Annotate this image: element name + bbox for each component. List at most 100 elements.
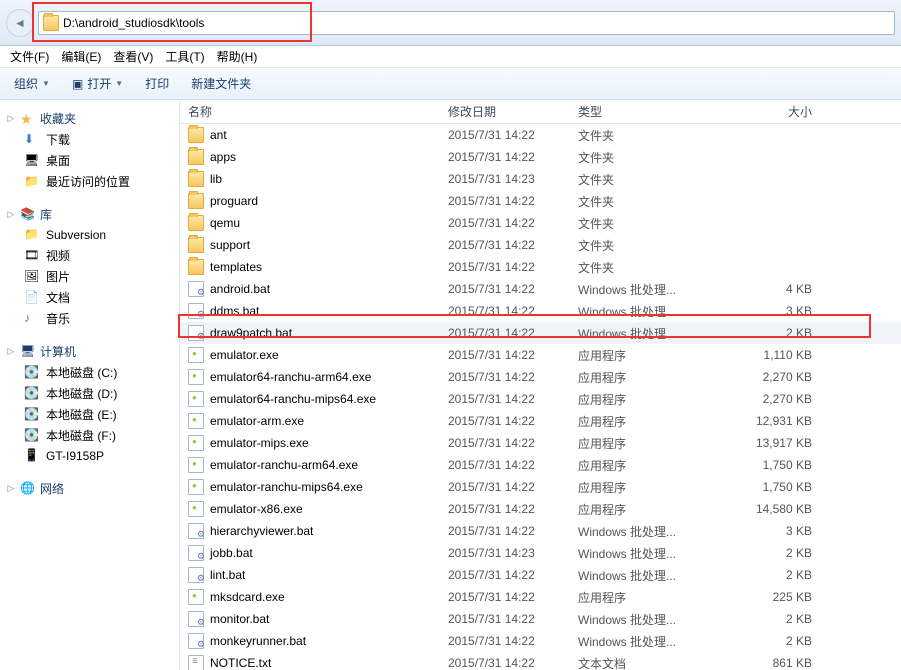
sidebar-item[interactable]: 图片 [4,266,175,287]
file-name: ant [210,128,227,142]
file-row[interactable]: emulator64-ranchu-arm64.exe2015/7/31 14:… [180,366,901,388]
menu-help[interactable]: 帮助(H) [211,46,264,67]
menu-tools[interactable]: 工具(T) [159,46,210,67]
bat-icon [188,303,204,319]
file-row[interactable]: emulator-ranchu-mips64.exe2015/7/31 14:2… [180,476,901,498]
folder-icon [188,171,204,187]
file-size: 3 KB [710,302,820,320]
toolbar-open[interactable]: ▣打开▼ [66,73,129,94]
toolbar-print[interactable]: 打印 [139,73,175,94]
exe-icon [188,501,204,517]
sidebar-network: ▷ 网络 [4,478,175,499]
file-name: templates [210,260,262,274]
chevron-down-icon: ▼ [42,79,50,88]
sidebar-item[interactable]: GT-I9158P [4,446,175,466]
sidebar-favorites: ▷ 收藏夹 下载桌面最近访问的位置 [4,108,175,192]
sidebar-item[interactable]: 音乐 [4,308,175,329]
file-name: emulator-arm.exe [210,414,304,428]
file-type: Windows 批处理... [570,279,710,300]
sidebar-computer: ▷ 计算机 本地磁盘 (C:)本地磁盘 (D:)本地磁盘 (E:)本地磁盘 (F… [4,341,175,466]
sidebar-item[interactable]: 下载 [4,129,175,150]
file-row[interactable]: lib2015/7/31 14:23文件夹 [180,168,901,190]
disk-icon [24,428,40,444]
toolbar-organize[interactable]: 组织▼ [8,73,56,94]
library-icon [20,207,36,223]
sidebar-item[interactable]: 本地磁盘 (F:) [4,425,175,446]
file-row[interactable]: jobb.bat2015/7/31 14:23Windows 批处理...2 K… [180,542,901,564]
file-row[interactable]: emulator-mips.exe2015/7/31 14:22应用程序13,9… [180,432,901,454]
sidebar-item[interactable]: 桌面 [4,150,175,171]
file-name: emulator-mips.exe [210,436,309,450]
file-type: 文件夹 [570,213,710,234]
file-row[interactable]: ddms.bat2015/7/31 14:22Windows 批处理...3 K… [180,300,901,322]
file-date: 2015/7/31 14:22 [440,632,570,650]
file-row[interactable]: qemu2015/7/31 14:22文件夹 [180,212,901,234]
address-field-wrap[interactable] [38,11,895,35]
address-bar: ◄ [0,0,901,46]
computer-icon [20,344,36,360]
menu-file[interactable]: 文件(F) [4,46,55,67]
sidebar-header-computer[interactable]: ▷ 计算机 [4,341,175,362]
sidebar-item[interactable]: 视频 [4,245,175,266]
file-name: support [210,238,250,252]
file-row[interactable]: emulator-arm.exe2015/7/31 14:22应用程序12,93… [180,410,901,432]
file-row[interactable]: android.bat2015/7/31 14:22Windows 批处理...… [180,278,901,300]
file-row[interactable]: draw9patch.bat2015/7/31 14:22Windows 批处理… [180,322,901,344]
file-row[interactable]: hierarchyviewer.bat2015/7/31 14:22Window… [180,520,901,542]
column-name[interactable]: 名称 [180,100,440,123]
file-name: apps [210,150,236,164]
file-size: 1,750 KB [710,478,820,496]
file-type: 文件夹 [570,169,710,190]
column-size[interactable]: 大小 [710,100,820,123]
menu-edit[interactable]: 编辑(E) [55,46,107,67]
back-button[interactable]: ◄ [6,9,34,37]
file-row[interactable]: templates2015/7/31 14:22文件夹 [180,256,901,278]
sidebar-item[interactable]: 本地磁盘 (D:) [4,383,175,404]
sidebar-item-label: 文档 [46,289,70,306]
tree-collapse-icon: ▷ [6,113,16,124]
sidebar-item[interactable]: 本地磁盘 (E:) [4,404,175,425]
file-row[interactable]: mksdcard.exe2015/7/31 14:22应用程序225 KB [180,586,901,608]
sidebar-item[interactable]: 文档 [4,287,175,308]
file-row[interactable]: emulator-ranchu-arm64.exe2015/7/31 14:22… [180,454,901,476]
file-size: 1,110 KB [710,346,820,364]
file-row[interactable]: NOTICE.txt2015/7/31 14:22文本文档861 KB [180,652,901,670]
sidebar-header-libraries[interactable]: ▷ 库 [4,204,175,225]
file-row[interactable]: emulator-x86.exe2015/7/31 14:22应用程序14,58… [180,498,901,520]
file-row[interactable]: monkeyrunner.bat2015/7/31 14:22Windows 批… [180,630,901,652]
file-row[interactable]: emulator64-ranchu-mips64.exe2015/7/31 14… [180,388,901,410]
file-row[interactable]: lint.bat2015/7/31 14:22Windows 批处理...2 K… [180,564,901,586]
folder-icon [188,237,204,253]
toolbar-new-folder[interactable]: 新建文件夹 [185,73,257,94]
doc-icon [24,290,40,306]
folder-icon [188,149,204,165]
file-row[interactable]: emulator.exe2015/7/31 14:22应用程序1,110 KB [180,344,901,366]
sidebar-header-network[interactable]: ▷ 网络 [4,478,175,499]
file-row[interactable]: support2015/7/31 14:22文件夹 [180,234,901,256]
column-date[interactable]: 修改日期 [440,100,570,123]
sidebar-item[interactable]: Subversion [4,225,175,245]
column-type[interactable]: 类型 [570,100,710,123]
file-type: 文件夹 [570,125,710,146]
file-name: lib [210,172,222,186]
file-size: 2 KB [710,632,820,650]
file-row[interactable]: apps2015/7/31 14:22文件夹 [180,146,901,168]
file-size: 861 KB [710,654,820,670]
sidebar-item[interactable]: 最近访问的位置 [4,171,175,192]
exe-icon [188,347,204,363]
bat-icon [188,325,204,341]
file-row[interactable]: ant2015/7/31 14:22文件夹 [180,124,901,146]
menu-view[interactable]: 查看(V) [107,46,159,67]
file-type: 应用程序 [570,345,710,366]
file-row[interactable]: monitor.bat2015/7/31 14:22Windows 批处理...… [180,608,901,630]
file-row[interactable]: proguard2015/7/31 14:22文件夹 [180,190,901,212]
address-input[interactable] [63,16,890,30]
file-size [710,155,820,159]
sidebar-item[interactable]: 本地磁盘 (C:) [4,362,175,383]
svn-icon [24,227,40,243]
sidebar-item-label: 最近访问的位置 [46,173,130,190]
file-name: emulator-ranchu-arm64.exe [210,458,358,472]
file-name: monitor.bat [210,612,269,626]
file-size: 2 KB [710,566,820,584]
sidebar-header-favorites[interactable]: ▷ 收藏夹 [4,108,175,129]
